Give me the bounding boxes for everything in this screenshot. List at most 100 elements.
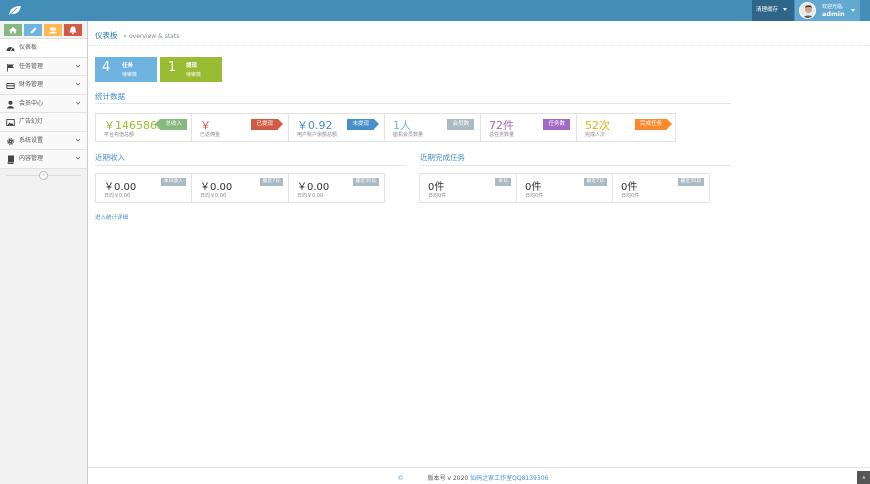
stat-members: 1人 座机会员数量 会员数 bbox=[385, 114, 481, 141]
tasks-row: 0件 日均0件 本日 0件 日均0件 最近7日 0件 日均0件 最近30日 bbox=[419, 173, 710, 203]
income-section-title: 近期收入 bbox=[95, 153, 125, 162]
stat-badge: 完成任务 bbox=[634, 119, 673, 130]
pencil-icon bbox=[30, 27, 37, 34]
sidebar-item-finance[interactable]: 财务管理 bbox=[0, 76, 87, 95]
sidebar-collapse-bar: « bbox=[0, 169, 87, 182]
sidebar-item-label: 系统设置 bbox=[19, 136, 44, 144]
stat-label: 用户账户余额总额 bbox=[297, 132, 338, 138]
user-name: admin bbox=[822, 10, 845, 18]
copyright-symbol: © bbox=[397, 475, 404, 482]
leaf-logo-icon[interactable] bbox=[8, 5, 22, 16]
sidebar-item-tasks[interactable]: 任务管理 bbox=[0, 57, 87, 76]
studio-link[interactable]: 仙码之家工作室QQ8139306 bbox=[470, 475, 548, 482]
infobox-tasks-pending[interactable]: 4 任务 待审核 bbox=[95, 57, 157, 82]
sidebar-item-settings[interactable]: 系统设置 bbox=[0, 131, 87, 150]
user-icon bbox=[7, 100, 14, 108]
sidebar-item-dashboard[interactable]: 仪表板 bbox=[0, 39, 87, 58]
dashboard-icon bbox=[6, 47, 15, 52]
tasks-7day-box: 0件 日均0件 最近7日 bbox=[517, 174, 613, 202]
infobox-subtitle: 待审核 bbox=[122, 72, 138, 78]
stat-badge: 未提现 bbox=[347, 119, 379, 130]
sidebar-item-label: 财务管理 bbox=[19, 81, 44, 88]
chevron-down-icon bbox=[75, 101, 81, 105]
stat-label: 总任务数量 bbox=[489, 132, 515, 138]
shortcut-home-button[interactable] bbox=[4, 24, 22, 36]
tasks-tag: 最近30日 bbox=[677, 178, 704, 186]
stat-badge: 已提现 bbox=[251, 119, 283, 130]
income-tag: 最近7日 bbox=[259, 178, 283, 186]
scroll-to-top-button[interactable]: « bbox=[857, 471, 870, 484]
tasks-average: 日均0件 bbox=[525, 193, 544, 199]
tasks-value: 0件 bbox=[428, 182, 445, 193]
group-icon bbox=[49, 27, 57, 34]
stat-badge: 总收入 bbox=[155, 119, 187, 130]
gear-icon bbox=[7, 137, 14, 145]
main-content: 仪表板 » overview & stats 4 任务 待审核 1 提现 待审核… bbox=[88, 21, 870, 467]
sidebar-item-label: 会员中心 bbox=[19, 99, 44, 107]
tasks-average: 日均0件 bbox=[428, 193, 447, 199]
income-average: 日均￥0.00 bbox=[297, 193, 324, 199]
stat-commission: ￥ 已返佣金 已提现 bbox=[192, 114, 289, 141]
tasks-average: 日均0件 bbox=[621, 193, 640, 199]
tasks-today-box: 0件 日均0件 本日 bbox=[420, 174, 517, 202]
income-30day-box: ￥0.00 日均￥0.00 最近30日 bbox=[289, 174, 384, 202]
tasks-value: 0件 bbox=[525, 182, 542, 193]
stat-completions: 52次 完成人次 完成任务 bbox=[577, 114, 675, 141]
page-title: 仪表板 bbox=[95, 31, 118, 40]
sidebar-collapse-button[interactable]: « bbox=[39, 170, 48, 180]
infobox-number: 4 bbox=[102, 60, 111, 75]
avatar bbox=[799, 2, 816, 19]
view-stats-detail-link[interactable]: 进入统计详细 bbox=[95, 213, 128, 221]
chevron-down-icon bbox=[75, 138, 81, 142]
infobox-withdraw-pending[interactable]: 1 提现 待审核 bbox=[160, 57, 222, 82]
income-value: ￥0.00 bbox=[104, 182, 137, 193]
clear-cache-button[interactable]: 清理缓存 bbox=[752, 0, 794, 21]
stat-label: 完成人次 bbox=[585, 132, 606, 138]
income-today-box: ￥0.00 日均￥0.00 本日收入 bbox=[96, 174, 192, 202]
tasks-section-title: 近期完成任务 bbox=[420, 153, 465, 162]
shortcut-users-button[interactable] bbox=[44, 24, 62, 36]
user-welcome-text: 欢迎光临, bbox=[822, 4, 844, 10]
stat-label: 平台充值总额 bbox=[104, 132, 135, 138]
chevron-down-icon bbox=[75, 82, 81, 86]
shortcut-edit-button[interactable] bbox=[24, 24, 42, 36]
footer: © 版本号 v 2020 仙码之家工作室QQ8139306 bbox=[88, 467, 870, 484]
caret-down-icon bbox=[782, 8, 787, 11]
book-icon bbox=[7, 155, 14, 164]
chevron-down-icon bbox=[75, 64, 81, 68]
tasks-30day-box: 0件 日均0件 最近30日 bbox=[613, 174, 709, 202]
infobox-number: 1 bbox=[168, 60, 177, 75]
shortcut-notify-button[interactable] bbox=[64, 24, 82, 36]
tasks-tag: 最近7日 bbox=[583, 178, 607, 186]
sidebar-item-content[interactable]: 内容管理 bbox=[0, 150, 87, 169]
user-menu[interactable]: 欢迎光临, admin bbox=[795, 0, 860, 21]
income-value: ￥0.00 bbox=[297, 182, 330, 193]
page-header: 仪表板 » overview & stats bbox=[95, 30, 179, 41]
flag-icon bbox=[7, 63, 14, 71]
wallet-icon bbox=[6, 83, 15, 89]
stat-badge: 任务数 bbox=[543, 119, 570, 130]
tasks-value: 0件 bbox=[621, 182, 638, 193]
home-icon bbox=[9, 27, 17, 34]
sidebar-item-label: 广告幻灯 bbox=[19, 118, 44, 125]
income-row: ￥0.00 日均￥0.00 本日收入 ￥0.00 日均￥0.00 最近7日 ￥0… bbox=[95, 173, 385, 203]
income-tag: 本日收入 bbox=[160, 178, 186, 186]
sidebar-item-ads[interactable]: 广告幻灯 bbox=[0, 113, 87, 132]
stats-section-title: 统计数据 bbox=[95, 92, 125, 101]
infobox-title: 任务 bbox=[122, 63, 134, 69]
stat-tasks: 72件 总任务数量 任务数 bbox=[481, 114, 577, 141]
sidebar-item-members[interactable]: 会员中心 bbox=[0, 94, 87, 113]
picture-icon bbox=[6, 119, 15, 126]
stat-balance: ￥0.92 用户账户余额总额 未提现 bbox=[289, 114, 385, 141]
version-text: 版本号 v 2020 bbox=[427, 475, 469, 482]
infobox-title: 提现 bbox=[186, 63, 198, 69]
stat-badge: 会员数 bbox=[447, 119, 474, 130]
caret-down-icon bbox=[851, 9, 855, 12]
sidebar-item-label: 内容管理 bbox=[19, 155, 44, 162]
stat-label: 座机会员数量 bbox=[393, 132, 424, 138]
income-tag: 最近30日 bbox=[352, 178, 379, 186]
income-value: ￥0.00 bbox=[200, 182, 233, 193]
top-navbar: 清理缓存 欢迎光临, admin bbox=[0, 0, 870, 21]
stat-label: 已返佣金 bbox=[200, 132, 221, 138]
clear-cache-label: 清理缓存 bbox=[756, 7, 779, 13]
